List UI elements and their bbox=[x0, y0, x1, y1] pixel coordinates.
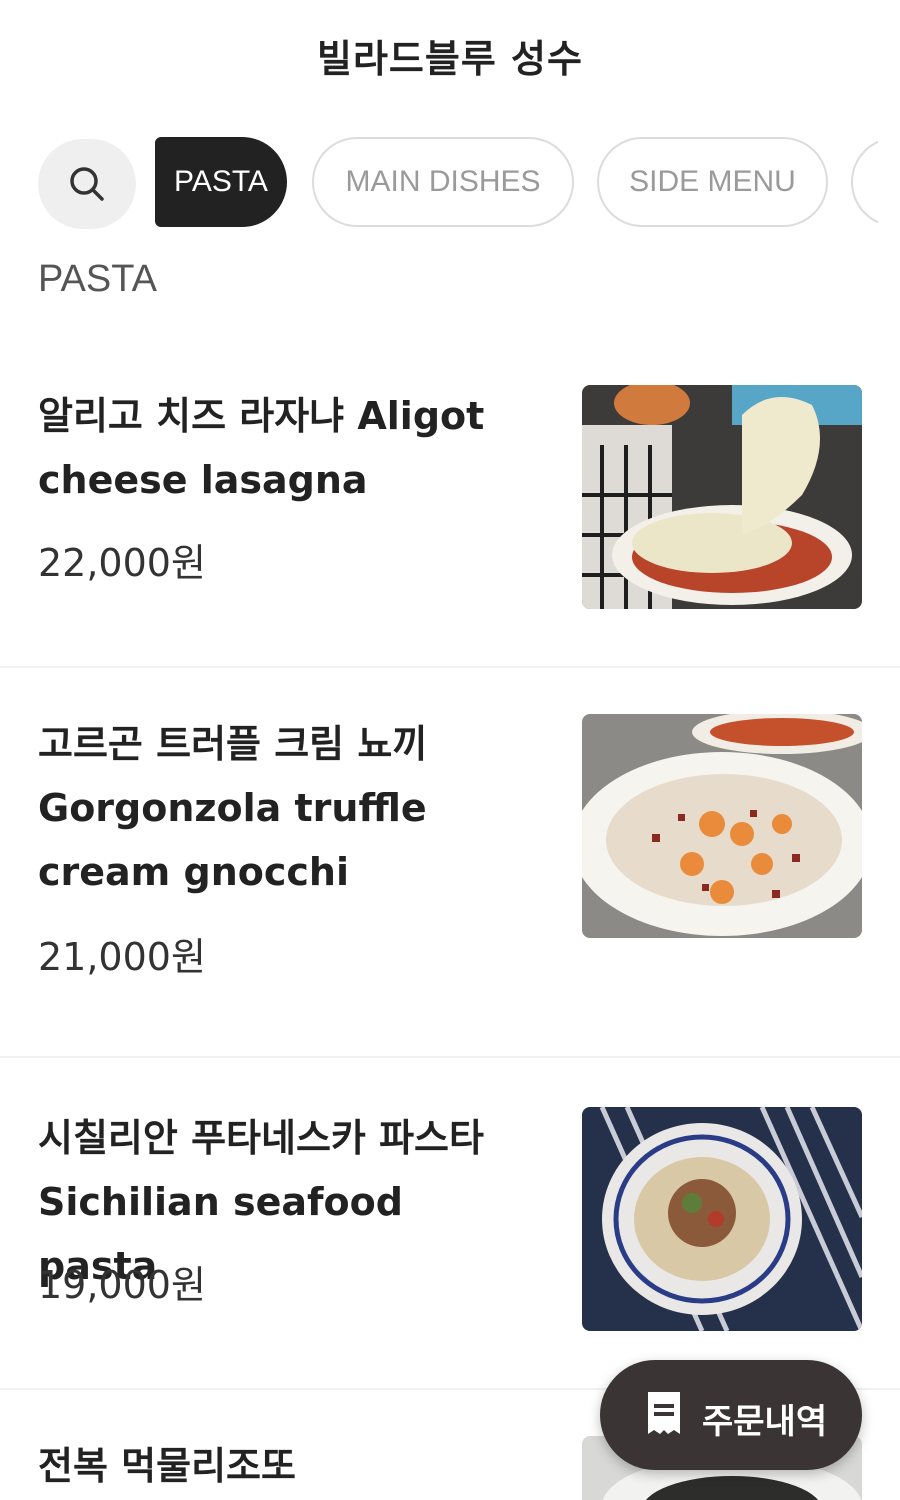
tab-pasta[interactable]: PASTA bbox=[155, 137, 287, 227]
seafood-pasta-photo bbox=[582, 1107, 862, 1331]
divider bbox=[0, 666, 900, 668]
menu-item-name: 고르곤 트러플 크림 뇨끼 Gorgonzola truffle cream g… bbox=[38, 722, 428, 894]
order-history-button[interactable]: 주문내역 bbox=[600, 1360, 862, 1470]
receipt-icon bbox=[648, 1392, 680, 1434]
search-button[interactable] bbox=[38, 139, 136, 229]
order-history-label: 주문내역 bbox=[702, 1402, 828, 1442]
menu-item-name: 전복 먹물리조또 bbox=[38, 1444, 296, 1488]
menu-item-price: 19,000원 bbox=[38, 1263, 206, 1307]
gnocchi-photo bbox=[582, 714, 862, 938]
search-icon bbox=[70, 167, 104, 201]
menu-item-price: 22,000원 bbox=[38, 541, 206, 585]
category-tabs: PASTA MAIN DISHES SIDE MENU bbox=[0, 137, 878, 231]
lasagna-photo bbox=[582, 385, 862, 609]
tab-main-dishes[interactable]: MAIN DISHES bbox=[312, 137, 574, 227]
divider bbox=[0, 1056, 900, 1058]
tab-side-menu[interactable]: SIDE MENU bbox=[597, 137, 828, 227]
section-title: PASTA bbox=[38, 258, 157, 300]
tab-next[interactable] bbox=[851, 137, 878, 227]
page-title: 빌라드블루 성수 bbox=[317, 37, 583, 81]
menu-item-name: 알리고 치즈 라자냐 Aligot cheese lasagna bbox=[38, 394, 485, 502]
menu-item-price: 21,000원 bbox=[38, 935, 206, 979]
